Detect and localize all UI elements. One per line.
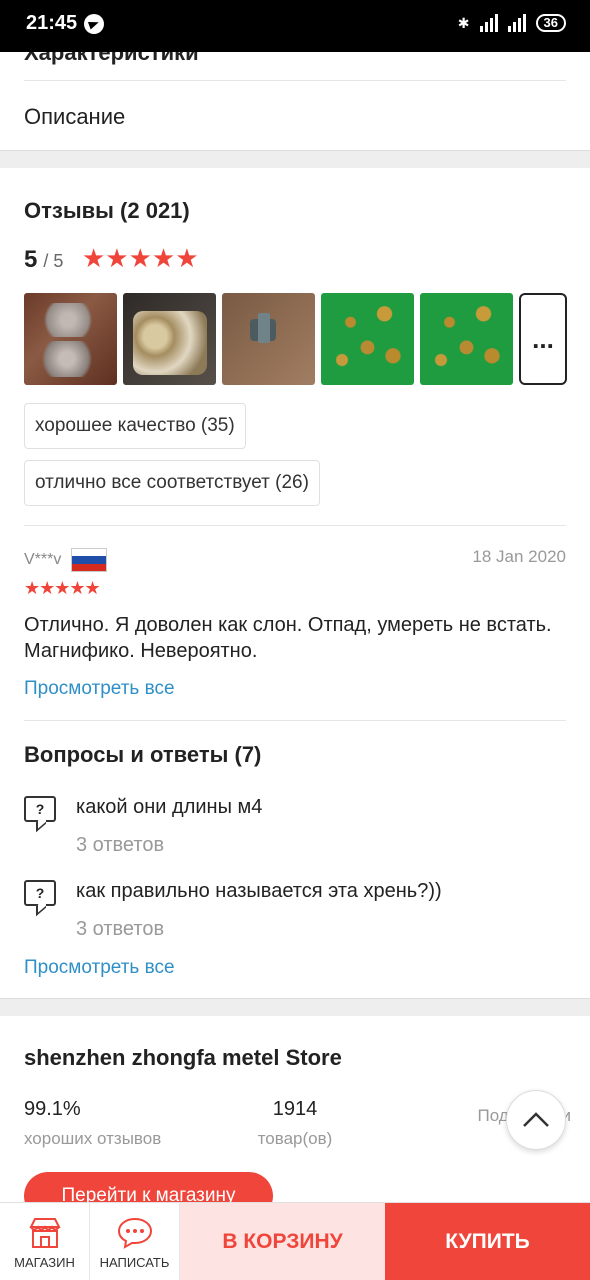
divider	[24, 525, 566, 526]
qa-question[interactable]: какой они длины м4	[76, 796, 262, 819]
items-value: 1914	[272, 1098, 318, 1120]
status-bar: 21:45 ✱ 36	[0, 0, 590, 52]
message-tab-label: НАПИСАТЬ	[99, 1255, 170, 1270]
bottom-action-bar: МАГАЗИН НАПИСАТЬ В КОРЗИНУ КУПИТЬ	[0, 1202, 590, 1280]
store-tab-label: МАГАЗИН	[14, 1255, 75, 1270]
signal-icon	[479, 14, 498, 32]
store-icon	[28, 1218, 61, 1248]
view-all-reviews-link[interactable]: Просмотреть все	[24, 678, 175, 700]
scroll-to-top-button[interactable]	[506, 1090, 566, 1150]
qa-answer-count: 3 ответов	[76, 834, 165, 856]
status-icons: ✱ 36	[458, 14, 566, 32]
signal-icon-2	[507, 14, 526, 32]
characteristics-row[interactable]: Характеристики	[24, 52, 199, 66]
review-photo[interactable]	[222, 293, 315, 385]
store-stat-feedback: 99.1% хороших отзывов	[24, 1098, 161, 1149]
feedback-value: 99.1%	[24, 1098, 81, 1120]
buy-now-button[interactable]: КУПИТЬ	[385, 1203, 590, 1280]
qa-question[interactable]: как правильно называется эта хрень?))	[76, 880, 442, 903]
qa-answer-count: 3 ответов	[76, 918, 165, 940]
rating-stars: ★★★★★	[82, 243, 199, 273]
review-date: 18 Jan 2020	[472, 547, 566, 566]
more-photos-button[interactable]: ...	[519, 293, 567, 385]
question-icon: ?	[24, 880, 56, 906]
store-tab[interactable]: МАГАЗИН	[0, 1203, 90, 1280]
divider	[24, 80, 566, 81]
items-label: товар(ов)	[257, 1129, 333, 1148]
store-stat-items: 1914 товар(ов)	[253, 1098, 337, 1149]
question-icon: ?	[24, 796, 56, 822]
review-tag[interactable]: хорошее качество (35)	[24, 403, 246, 449]
review-tag[interactable]: отлично все соответствует (26)	[24, 460, 320, 506]
battery-icon: 36	[535, 14, 566, 32]
review-photo[interactable]	[420, 293, 513, 385]
message-tab[interactable]: НАПИСАТЬ	[90, 1203, 180, 1280]
qa-title[interactable]: Вопросы и ответы (7)	[24, 742, 261, 768]
status-time: 21:45	[26, 12, 78, 34]
divider	[24, 720, 566, 721]
section-gap	[0, 150, 590, 168]
review-text: Отлично. Я доволен как слон. Отпад, умер…	[24, 614, 552, 662]
review-stars: ★★★★★	[24, 578, 101, 598]
view-all-questions-link[interactable]: Просмотреть все	[24, 957, 175, 979]
telegram-icon	[84, 14, 104, 34]
review-photo[interactable]	[123, 293, 216, 385]
bluetooth-icon: ✱	[457, 14, 470, 31]
rating-value: 5	[24, 246, 38, 273]
review-photo[interactable]	[321, 293, 414, 385]
rating-score: 5 / 5	[24, 246, 63, 274]
add-to-cart-button[interactable]: В КОРЗИНУ	[180, 1203, 385, 1280]
feedback-label: хороших отзывов	[24, 1129, 162, 1148]
go-to-store-button[interactable]: Перейти к магазину	[24, 1172, 273, 1202]
review-author: V***v	[24, 548, 108, 572]
section-gap	[0, 998, 590, 1016]
chat-icon	[117, 1217, 152, 1249]
store-name[interactable]: shenzhen zhongfa metel Store	[24, 1045, 342, 1071]
product-detail-scroll[interactable]: Характеристики Описание Отзывы (2 021) 5…	[0, 52, 590, 1202]
russia-flag-icon	[71, 548, 108, 572]
chevron-up-icon	[523, 1112, 549, 1127]
rating-max: / 5	[43, 251, 64, 271]
description-row[interactable]: Описание	[24, 104, 125, 130]
review-photos: ...	[24, 293, 567, 385]
review-photo[interactable]	[24, 293, 117, 385]
review-username: V***v	[24, 551, 62, 568]
reviews-title[interactable]: Отзывы (2 021)	[24, 198, 190, 224]
